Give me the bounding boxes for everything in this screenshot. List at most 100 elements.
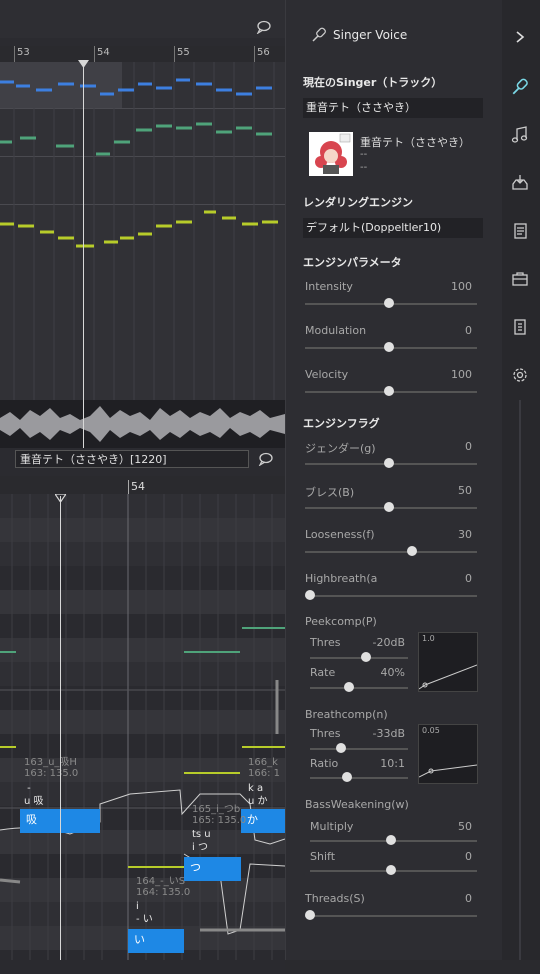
lyrics-tab[interactable] (505, 216, 535, 246)
breathcomp-thres-slider[interactable] (310, 748, 408, 750)
highbreath-slider[interactable] (305, 595, 477, 597)
chevron-right-icon (516, 31, 525, 43)
peekcomp-rate-slider[interactable] (310, 687, 408, 689)
playhead-top[interactable] (83, 62, 84, 448)
panel-title: Singer Voice (333, 28, 408, 42)
highbreath-value: 0 (465, 572, 472, 585)
singer-avatar[interactable] (309, 132, 353, 176)
peekcomp-thres-value: -20dB (372, 636, 406, 649)
export-tab[interactable] (505, 168, 535, 198)
threads-value: 0 (465, 892, 472, 905)
breathcomp-thres-label: Thres (310, 727, 341, 740)
note-block[interactable]: い (128, 929, 184, 953)
breathcomp-ratio-label: Ratio (310, 757, 339, 770)
modulation-slider-thumb[interactable] (384, 342, 394, 352)
peekcomp-rate-thumb[interactable] (344, 682, 354, 692)
playhead-marker-icon[interactable] (55, 494, 66, 502)
current-singer-field[interactable]: 重音テト（ささやき） (303, 98, 483, 118)
breathcomp-label: Breathcomp(n) (305, 708, 388, 721)
document-icon (514, 223, 527, 239)
breathcomp-thres-value: -33dB (372, 727, 406, 740)
singer-name: 重音テト（ささやき） (360, 136, 470, 149)
threads-slider-thumb[interactable] (305, 910, 315, 920)
music-note-icon (511, 126, 528, 143)
threads-slider[interactable] (305, 915, 477, 917)
looseness-slider-thumb[interactable] (407, 546, 417, 556)
icon-bar-scrollbar[interactable] (519, 400, 521, 960)
gender-slider-thumb[interactable] (384, 458, 394, 468)
current-singer-label: 現在のSinger（トラック） (303, 76, 443, 89)
microphone-icon (312, 27, 326, 42)
intensity-label: Intensity (305, 280, 353, 293)
ruler-label: 53 (17, 47, 30, 58)
intensity-value: 100 (451, 280, 472, 293)
shift-label: Shift (310, 850, 336, 863)
track-label[interactable]: 重音テト（ささやき）[1220] (15, 450, 249, 468)
peekcomp-thres-label: Thres (310, 636, 341, 649)
timeline-ruler-top[interactable] (0, 46, 285, 63)
note-info: 165_i_つb 165: 135.0 (192, 804, 247, 826)
shift-value: 0 (465, 850, 472, 863)
peekcomp-graph: 1.0 (418, 632, 478, 692)
note-info: 166_k 166: 1 (248, 757, 280, 779)
engine-params-label: エンジンパラメータ (303, 256, 402, 269)
singer-voice-tab[interactable] (505, 72, 535, 102)
gender-label: ジェンダー(g) (305, 442, 376, 455)
note-block[interactable]: つ (184, 857, 241, 881)
breathcomp-ratio-slider[interactable] (310, 777, 408, 779)
comment-icon[interactable] (258, 452, 274, 466)
peekcomp-thres-thumb[interactable] (361, 652, 371, 662)
engine-flags-label: エンジンフラグ (303, 417, 380, 430)
highbreath-slider-thumb[interactable] (305, 590, 315, 600)
note-phoneme: i - い (136, 901, 153, 925)
editor-header (0, 0, 285, 38)
microphone-icon (512, 78, 528, 95)
waveform-top (0, 400, 285, 448)
inbox-download-icon (512, 175, 528, 190)
looseness-slider[interactable] (305, 551, 477, 553)
breathcomp-ratio-value: 10:1 (380, 757, 405, 770)
modulation-value: 0 (465, 324, 472, 337)
peekcomp-rate-label: Rate (310, 666, 336, 679)
breathcomp-ratio-thumb[interactable] (342, 772, 352, 782)
list-document-icon (514, 319, 526, 335)
note-phoneme: k a u か (248, 783, 268, 807)
comment-icon[interactable] (256, 20, 272, 34)
multiply-value: 50 (458, 820, 472, 833)
note-info: 163_u_吸H 163: 135.0 (24, 757, 79, 779)
playhead-bottom[interactable] (60, 496, 61, 960)
peekcomp-thres-slider[interactable] (310, 657, 408, 659)
shift-slider-thumb[interactable] (386, 865, 396, 875)
note-properties-tab[interactable] (505, 120, 535, 150)
singer-detail: -- (360, 149, 368, 160)
playhead-marker-icon[interactable] (78, 60, 89, 68)
ruler-label: 55 (177, 47, 190, 58)
note-info: 164_-_いS 164: 135.0 (136, 876, 191, 898)
pitch-curves (0, 62, 278, 402)
briefcase-icon (512, 272, 528, 286)
ruler-label: 54 (97, 47, 110, 58)
note-phoneme: ts u i つ (192, 829, 211, 853)
velocity-slider-thumb[interactable] (384, 386, 394, 396)
note-block[interactable]: か (241, 809, 285, 833)
pitch-curve-area[interactable] (0, 62, 285, 402)
collapse-panel-button[interactable] (505, 22, 535, 52)
breathcomp-graph: 0.05 (418, 724, 478, 784)
gender-value: 0 (465, 440, 472, 453)
intensity-slider-thumb[interactable] (384, 298, 394, 308)
peekcomp-label: Peekcomp(P) (305, 615, 377, 628)
breath-slider-thumb[interactable] (384, 502, 394, 512)
settings-tab[interactable] (505, 360, 535, 390)
highbreath-label: Highbreath(a (305, 572, 378, 585)
rendering-engine-label: レンダリングエンジン (303, 196, 413, 209)
note-phoneme: - u 吸 (24, 783, 44, 807)
rendering-engine-select[interactable]: デフォルト(Doppeltler10) (303, 218, 483, 238)
track-list-tab[interactable] (505, 312, 535, 342)
velocity-label: Velocity (305, 368, 349, 381)
velocity-value: 100 (451, 368, 472, 381)
multiply-slider-thumb[interactable] (386, 835, 396, 845)
gear-icon (513, 368, 527, 382)
peekcomp-rate-value: 40% (380, 666, 405, 679)
breathcomp-thres-thumb[interactable] (336, 743, 346, 753)
tools-tab[interactable] (505, 264, 535, 294)
